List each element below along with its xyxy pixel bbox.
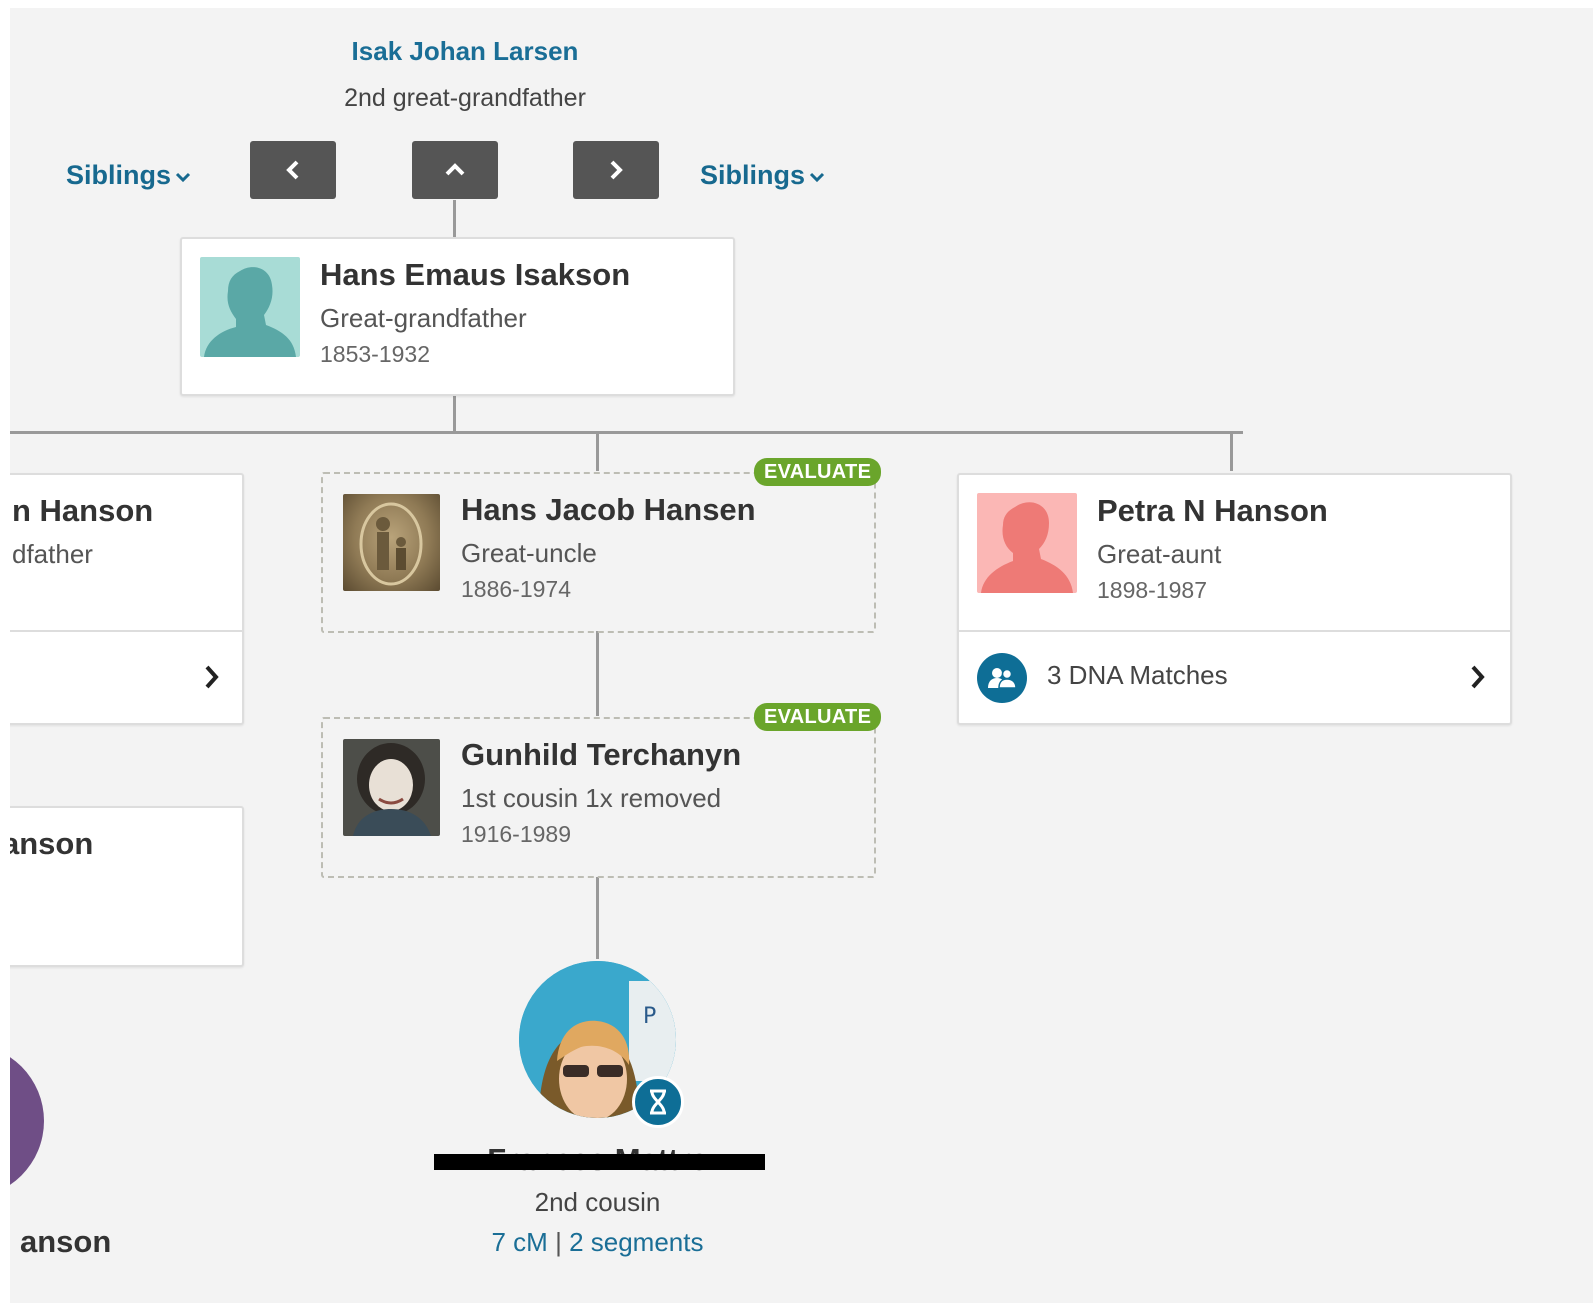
chevron-down-icon [809, 172, 825, 182]
family-tree-canvas: Isak Johan Larsen 2nd great-grandfather … [10, 8, 1593, 1303]
next-sibling-button[interactable] [573, 141, 659, 199]
person-name: Petra N Hanson [1097, 493, 1328, 528]
person-relationship: Great-aunt [1097, 539, 1222, 569]
siblings-right-dropdown[interactable]: Siblings [700, 160, 825, 191]
person-relationship: dfather [12, 539, 93, 569]
dna-matches-label: 3 DNA Matches [1047, 660, 1228, 690]
dna-matches-icon [977, 653, 1027, 703]
previous-sibling-button[interactable] [250, 141, 336, 199]
evaluate-badge[interactable]: EVALUATE [754, 458, 882, 486]
person-card-anson-partial[interactable]: anson [10, 806, 244, 967]
person-dates: 1916-1989 [461, 821, 571, 847]
chevron-right-icon [1471, 665, 1485, 689]
person-name: n Hanson [12, 493, 154, 528]
person-name: Gunhild Terchanyn [461, 737, 742, 772]
dna-match-relationship: 2nd cousin [534, 1187, 661, 1217]
person-name: Hans Jacob Hansen [461, 492, 756, 527]
male-silhouette-icon [200, 257, 300, 357]
person-dates: 1886-1974 [461, 576, 571, 602]
person-relationship: 1st cousin 1x removed [461, 783, 722, 813]
chevron-right-icon [610, 160, 623, 180]
female-silhouette-icon [977, 493, 1077, 593]
connector-line [596, 877, 599, 959]
ancestor-name-link[interactable]: Isak Johan Larsen [310, 36, 620, 67]
person-dates: 1853-1932 [320, 341, 430, 367]
shared-cm-link[interactable]: 7 cM [492, 1227, 548, 1257]
connector-line [10, 431, 1243, 434]
person-card-hanson-partial[interactable]: n Hanson dfather [10, 473, 244, 725]
siblings-left-label: Siblings [66, 160, 172, 190]
person-card-hans-emaus-isakson[interactable]: Hans Emaus Isakson Great-grandfather 185… [180, 237, 735, 396]
person-photo [343, 494, 440, 591]
dna-match-avatar[interactable] [10, 1044, 44, 1198]
person-card-hans-jacob-hansen[interactable]: Hans Jacob Hansen Great-uncle 1886-1974 … [321, 458, 882, 633]
person-card-gunhild-terchanyn[interactable]: Gunhild Terchanyn 1st cousin 1x removed … [321, 703, 882, 878]
parent-up-button[interactable] [412, 141, 498, 199]
dna-match-shared-dna: 7 cM | 2 segments [430, 1227, 765, 1258]
dna-helix-icon [632, 1076, 684, 1128]
dna-matches-row[interactable]: 3 DNA Matches [959, 630, 1510, 723]
evaluate-badge[interactable]: EVALUATE [754, 703, 882, 731]
connector-line [1230, 431, 1233, 471]
person-relationship: Great-grandfather [320, 303, 527, 333]
person-photo [343, 739, 440, 836]
connector-line [596, 631, 599, 716]
redaction-bar [434, 1154, 765, 1170]
siblings-left-dropdown[interactable]: Siblings [66, 160, 191, 191]
dna-match-name: anson [20, 1224, 112, 1259]
person-dates: 1898-1987 [1097, 577, 1207, 603]
separator: | [555, 1227, 562, 1257]
svg-text:P: P [643, 1004, 656, 1029]
connector-line [453, 394, 456, 432]
chevron-right-icon [205, 665, 219, 689]
segments-link[interactable]: 2 segments [569, 1227, 703, 1257]
person-name: anson [10, 826, 94, 861]
connector-line [596, 431, 599, 471]
chevron-up-icon [445, 163, 465, 176]
dna-matches-row[interactable] [10, 630, 242, 723]
chevron-down-icon [175, 172, 191, 182]
person-name: Hans Emaus Isakson [320, 257, 631, 292]
ancestor-relationship: 2nd great-grandfather [344, 84, 586, 112]
connector-line [453, 200, 456, 238]
siblings-right-label: Siblings [700, 160, 806, 190]
person-relationship: Great-uncle [461, 538, 597, 568]
person-card-petra-n-hanson[interactable]: Petra N Hanson Great-aunt 1898-1987 3 DN… [957, 473, 1512, 725]
chevron-left-icon [286, 160, 299, 180]
